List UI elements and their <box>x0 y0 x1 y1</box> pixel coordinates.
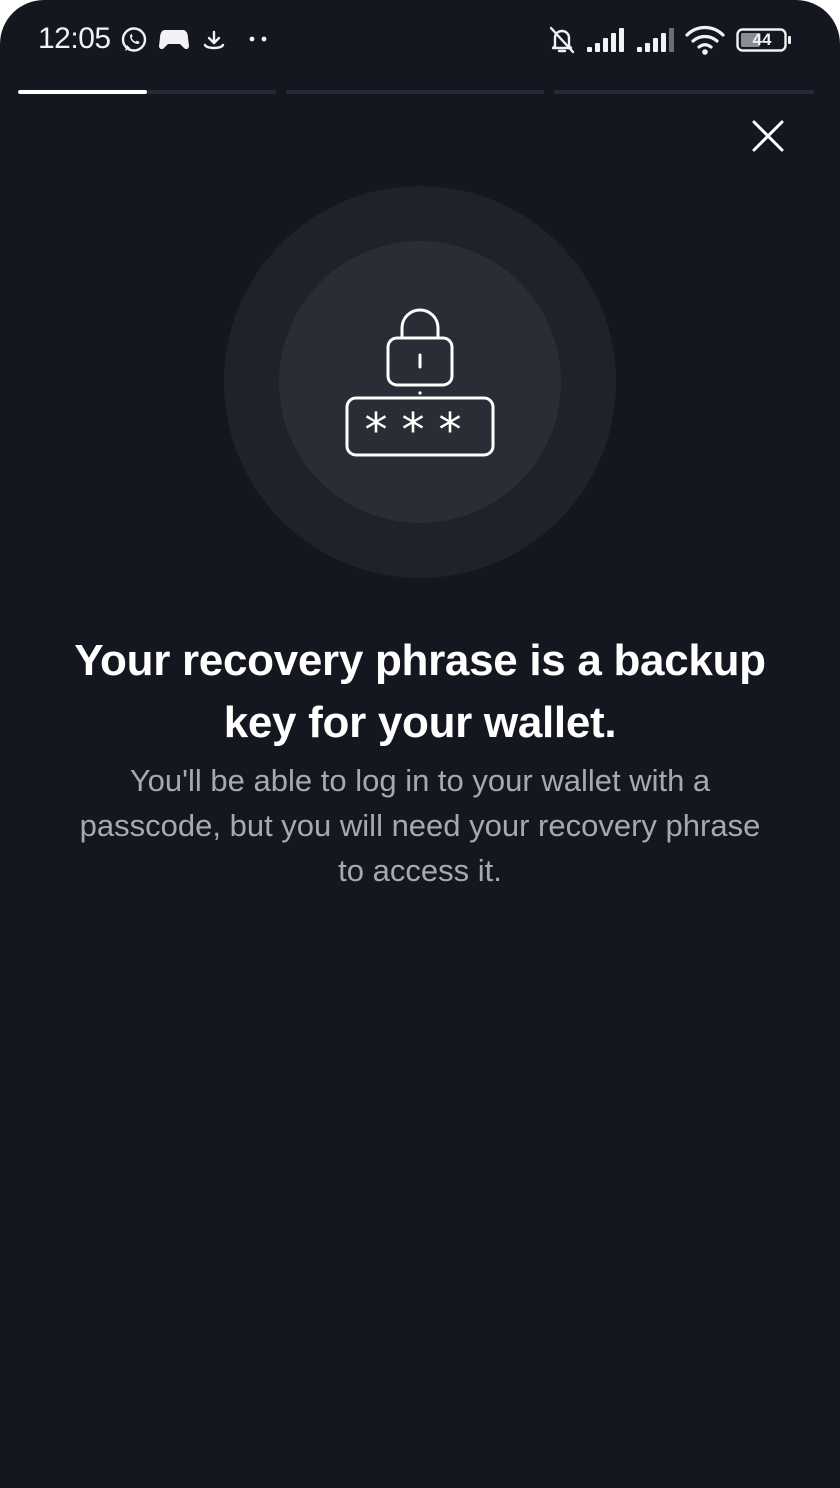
game-controller-icon <box>159 30 189 50</box>
lock-passcode-icon: *** <box>345 308 495 457</box>
signal-icon-1 <box>587 28 624 52</box>
battery-level: 44 <box>752 30 772 49</box>
page-title: Your recovery phrase is a backup key for… <box>74 636 766 747</box>
close-icon <box>752 120 784 152</box>
progress-segment-2 <box>286 90 544 94</box>
close-button[interactable] <box>746 114 790 158</box>
download-icon <box>203 30 225 50</box>
progress-segment-fill <box>18 90 147 94</box>
wifi-icon <box>685 25 725 55</box>
signal-icon-2 <box>637 28 674 52</box>
more-dots-icon <box>249 36 267 42</box>
whatsapp-icon <box>121 27 147 52</box>
screen: 12:05 44 *** Your recovery phrase is a b… <box>0 0 840 1488</box>
progress-segment-1 <box>18 90 276 94</box>
status-bar: 12:05 44 <box>0 0 840 80</box>
status-time: 12:05 <box>38 22 111 55</box>
bell-muted-icon <box>549 26 575 54</box>
page-description: You'll be able to log in to your wallet … <box>79 763 761 888</box>
progress-segment-3 <box>554 90 814 94</box>
masked-passcode: *** <box>365 403 476 457</box>
onboarding-progress <box>18 90 814 95</box>
battery-icon: 44 <box>736 28 792 52</box>
